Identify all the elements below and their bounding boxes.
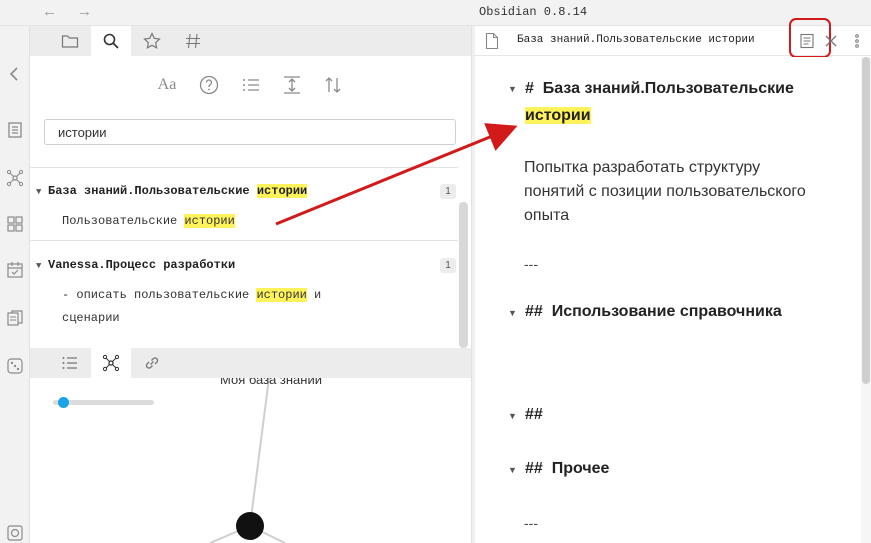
copy-icon[interactable] — [5, 308, 25, 328]
collapse-triangle-icon[interactable]: ▼ — [36, 187, 48, 197]
search-toolbar: Aa — [155, 73, 355, 97]
editor-scrollbar[interactable] — [861, 57, 871, 543]
ribbon — [0, 26, 30, 543]
graph-edge — [249, 378, 270, 527]
match-count-badge: 1 — [440, 184, 456, 199]
collapse-icon[interactable] — [5, 64, 25, 84]
outline-icon[interactable] — [50, 348, 90, 378]
star-icon[interactable] — [132, 26, 172, 56]
forward-button[interactable]: → — [77, 3, 92, 20]
heading-2-empty: ## — [525, 406, 543, 423]
collapse-results-icon[interactable] — [280, 73, 304, 97]
editor-scrollbar-thumb[interactable] — [862, 57, 870, 384]
result-match-line[interactable]: Пользовательские истории — [36, 210, 456, 233]
fold-triangle-icon[interactable]: ▼ — [508, 84, 517, 94]
horizontal-rule: --- — [524, 256, 538, 272]
heading-2: ## Прочее — [525, 460, 610, 477]
app-title: Obsidian 0.8.14 — [479, 5, 588, 19]
result-file-header[interactable]: ▼ Vanessa.Процесс разработки 1 — [36, 258, 456, 276]
more-options-icon[interactable] — [848, 32, 866, 50]
fold-triangle-icon[interactable]: ▼ — [508, 465, 517, 475]
switcher-icon[interactable] — [5, 120, 25, 140]
graph-node-label: Моя база знаний — [220, 378, 322, 387]
search-result-file[interactable]: ▼ База знаний.Пользовательские истории 1 … — [36, 184, 456, 233]
divider — [30, 240, 458, 241]
match-case-button[interactable]: Aa — [155, 73, 179, 97]
fold-triangle-icon[interactable]: ▼ — [508, 308, 517, 318]
editor-content[interactable]: ▼ # База знаний.Пользовательские истории … — [475, 57, 861, 543]
plugins-icon[interactable] — [5, 214, 25, 234]
search-icon[interactable] — [91, 26, 131, 56]
editor-tab-header: База знаний.Пользовательские истории — [475, 18, 871, 58]
horizontal-rule: --- — [524, 515, 538, 531]
highlight-match: истории — [525, 107, 591, 124]
collapse-triangle-icon[interactable]: ▼ — [36, 261, 48, 271]
result-match-line-continued: сценарии — [62, 311, 120, 325]
divider — [30, 167, 458, 168]
paragraph: Попытка разработать структуру понятий с … — [524, 159, 806, 224]
back-button[interactable]: ← — [42, 3, 57, 20]
result-file-header[interactable]: ▼ База знаний.Пользовательские истории 1 — [36, 184, 456, 202]
calendar-icon[interactable] — [5, 260, 25, 280]
local-graph-view[interactable]: Моя база знаний — [30, 378, 471, 543]
list-icon[interactable] — [239, 73, 263, 97]
title-bar: ← → Obsidian 0.8.14 — [0, 0, 871, 26]
local-graph-icon[interactable] — [91, 348, 131, 378]
graph-node[interactable] — [236, 512, 264, 540]
fold-triangle-icon[interactable]: ▼ — [508, 411, 517, 421]
dice-icon[interactable] — [5, 356, 25, 376]
search-pane: Aa ▼База знаний.Пользовательские истории… — [30, 56, 471, 348]
depth-slider-handle[interactable] — [58, 397, 69, 408]
graph-icon[interactable] — [5, 168, 25, 188]
backlinks-icon[interactable] — [132, 348, 172, 378]
document-title[interactable]: База знаний.Пользовательские истории — [517, 34, 769, 46]
file-icon — [484, 32, 500, 50]
heading-1: # База знаний.Пользовательские истории — [525, 80, 794, 124]
search-scrollbar[interactable] — [459, 202, 468, 348]
left-sidebar-tabs — [30, 26, 471, 56]
search-result-file[interactable]: ▼ Vanessa.Процесс разработки 1 - описать … — [36, 258, 456, 330]
highlight-match: истории — [256, 184, 308, 198]
file-explorer-icon[interactable] — [50, 26, 90, 56]
help-icon[interactable] — [197, 73, 221, 97]
close-icon[interactable] — [822, 32, 840, 50]
search-field[interactable] — [44, 119, 456, 145]
bottom-sidebar-tabs — [30, 348, 471, 378]
match-count-badge: 1 — [440, 258, 456, 273]
result-match-line[interactable]: - описать пользовательские истории и — [36, 284, 456, 307]
search-input[interactable] — [45, 120, 455, 144]
tag-icon[interactable] — [173, 26, 213, 56]
heading-2: ## Использование справочника — [525, 303, 782, 320]
vault-icon[interactable] — [5, 523, 25, 543]
sort-icon[interactable] — [321, 73, 345, 97]
highlight-match: истории — [256, 288, 307, 302]
highlight-match: истории — [184, 214, 235, 228]
